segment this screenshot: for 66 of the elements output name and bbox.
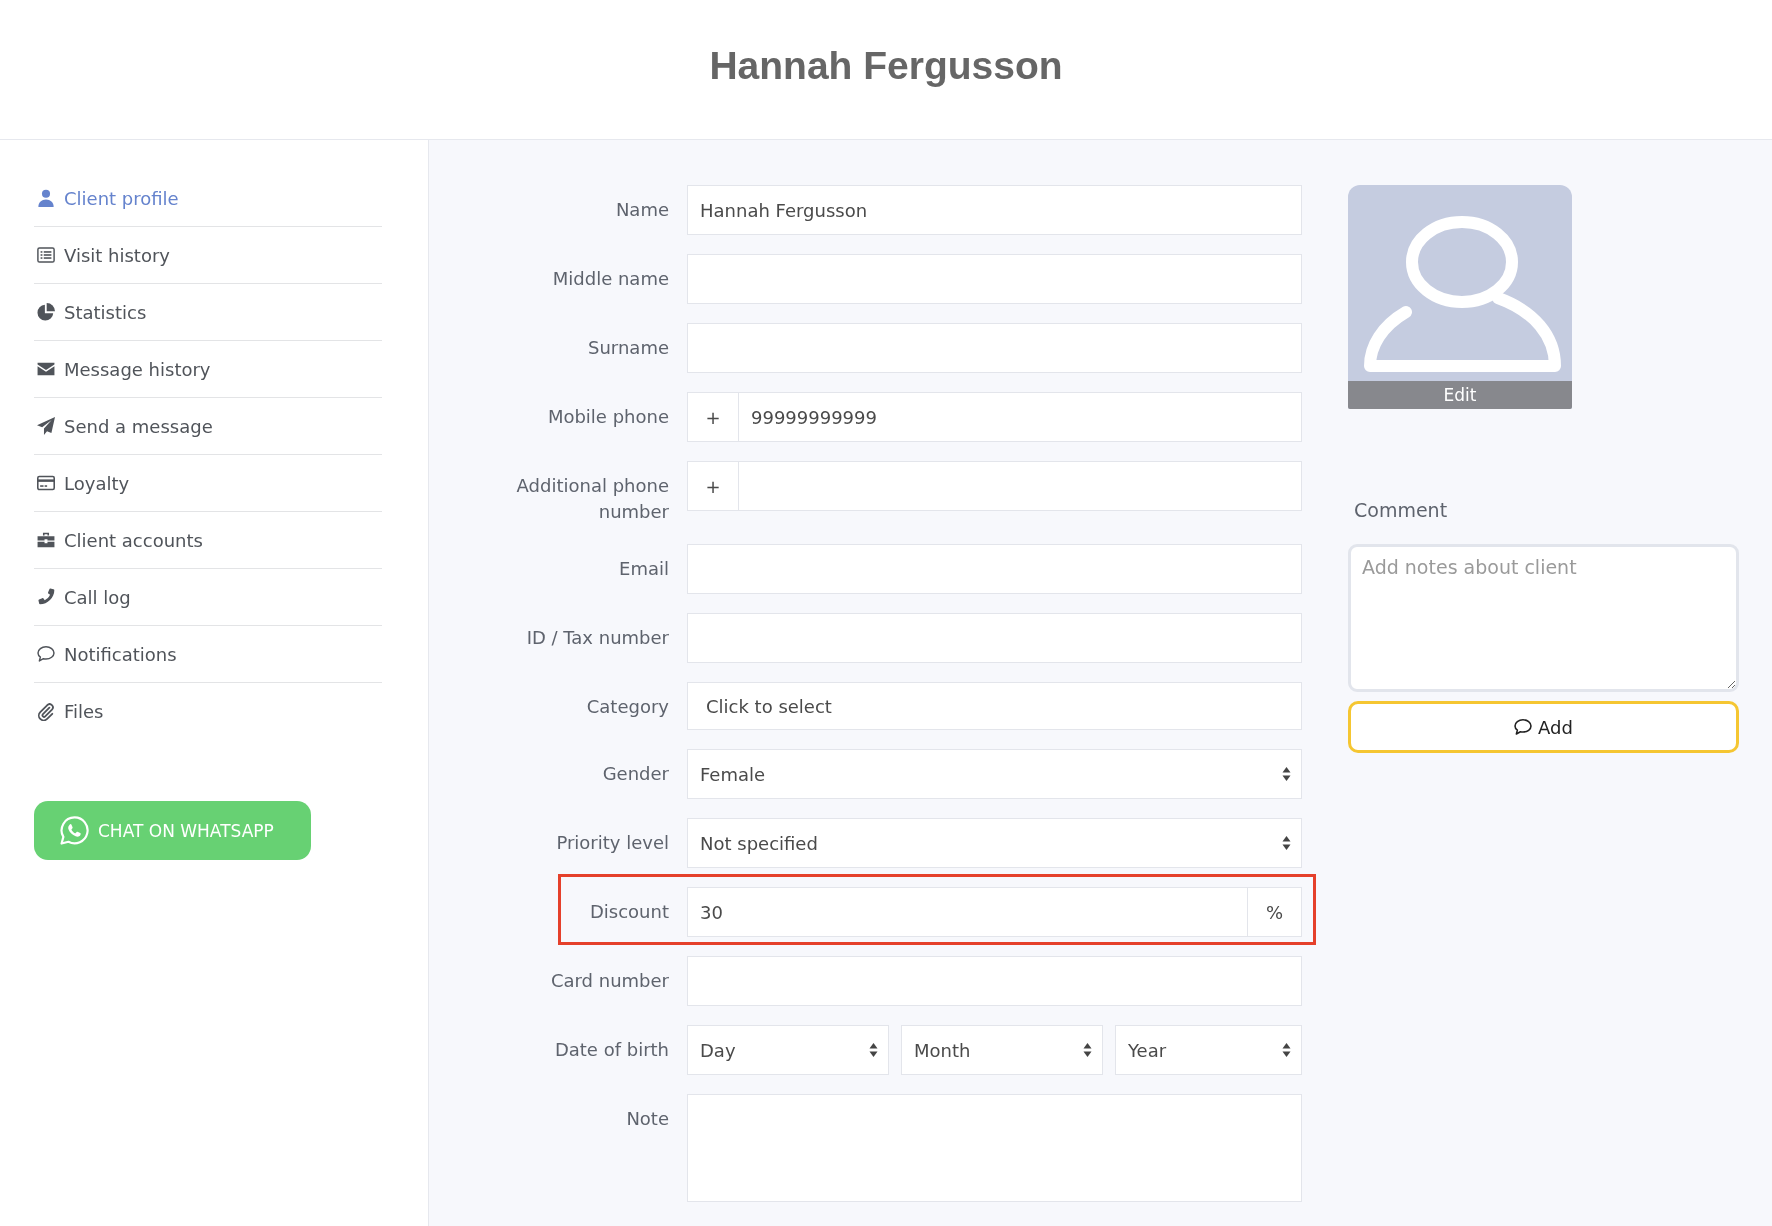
input-field[interactable]	[687, 956, 1302, 1006]
input-field[interactable]	[687, 613, 1302, 663]
field-label: Category	[586, 695, 669, 719]
field-label: Discount	[589, 900, 669, 924]
person-silhouette-icon	[1364, 216, 1561, 372]
field-label: Mobile phone	[547, 405, 669, 429]
sidebar-item[interactable]: Call log	[34, 569, 382, 626]
sidebar-item[interactable]: Client profile	[34, 170, 382, 227]
sidebar-item[interactable]: Client accounts	[34, 512, 382, 569]
percent-suffix: %	[1248, 887, 1302, 937]
whatsapp-icon	[60, 816, 89, 845]
discount-field[interactable]: 30	[687, 887, 1248, 937]
up-down-caret-icon	[1282, 1043, 1291, 1057]
sidebar-item[interactable]: Visit history	[34, 227, 382, 284]
phone-prefix: +	[687, 392, 738, 442]
envelope-icon	[37, 360, 55, 378]
sidebar-item[interactable]: Message history	[34, 341, 382, 398]
dropdown[interactable]: Month	[901, 1025, 1103, 1075]
dropdown[interactable]: Year	[1115, 1025, 1302, 1075]
add-comment-button[interactable]: Add	[1348, 701, 1739, 753]
comment-label: Comment	[1353, 498, 1448, 523]
field-label: Middle name	[552, 267, 669, 291]
sidebar-item[interactable]: Notifications	[34, 626, 382, 683]
field-label: Email	[619, 557, 669, 581]
input-field[interactable]: Hannah Fergusson	[687, 185, 1302, 235]
up-down-caret-icon	[1282, 836, 1291, 850]
speech-bubble-icon	[37, 645, 55, 663]
up-down-caret-icon	[1282, 767, 1291, 781]
field-label: ID / Tax number	[526, 626, 669, 650]
field-label: Name	[615, 198, 669, 222]
field-label: Card number	[550, 969, 669, 993]
paperclip-icon	[37, 702, 55, 721]
up-down-caret-icon	[1083, 1043, 1092, 1057]
up-down-caret-icon	[869, 1043, 878, 1057]
field-label: Additional phone number	[515, 474, 669, 524]
sidebar-item[interactable]: Loyalty	[34, 455, 382, 512]
pie-chart-icon	[37, 303, 55, 321]
dropdown[interactable]: Female	[687, 749, 1302, 799]
field-label: Surname	[588, 336, 669, 360]
edit-photo-button[interactable]: Edit	[1348, 381, 1572, 409]
dropdown[interactable]: Day	[687, 1025, 889, 1075]
field-label: Date of birth	[554, 1038, 669, 1062]
sidebar-item[interactable]: Send a message	[34, 398, 382, 455]
note-field[interactable]	[687, 1094, 1302, 1202]
phone-field[interactable]: 99999999999	[738, 392, 1302, 442]
phone-icon	[37, 588, 55, 606]
field-label: Gender	[602, 762, 669, 786]
page-title: Hannah Fergusson	[709, 43, 1063, 90]
speech-bubble-icon	[1514, 718, 1533, 736]
phone-prefix: +	[687, 461, 738, 511]
person-icon	[37, 189, 55, 207]
sidebar-item[interactable]: Statistics	[34, 284, 382, 341]
paper-plane-icon	[37, 417, 55, 435]
dropdown[interactable]: Not specified	[687, 818, 1302, 868]
field-label: Priority level	[556, 831, 669, 855]
list-icon	[37, 246, 55, 264]
sidebar-item[interactable]: Files	[34, 683, 382, 740]
input-field[interactable]	[687, 323, 1302, 373]
category-picker[interactable]: Click to select	[687, 682, 1302, 730]
comment-field[interactable]: Add notes about client	[1348, 544, 1739, 692]
field-label: Note	[626, 1107, 669, 1131]
input-field[interactable]	[687, 254, 1302, 304]
input-field[interactable]	[687, 544, 1302, 594]
briefcase-icon	[37, 531, 55, 549]
credit-card-icon	[37, 474, 55, 492]
phone-field[interactable]	[738, 461, 1302, 511]
